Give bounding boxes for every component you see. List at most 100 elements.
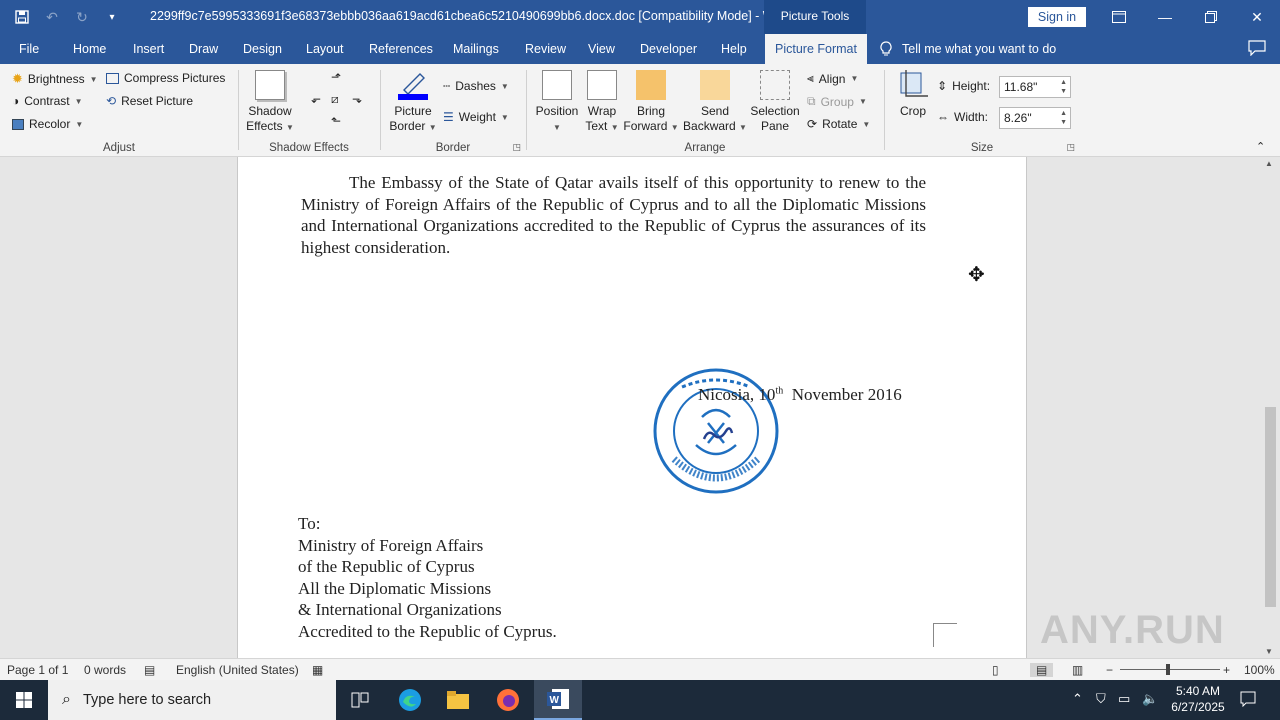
macro-recording-icon[interactable]: ▦ bbox=[312, 663, 323, 677]
tab-help[interactable]: Help bbox=[721, 42, 747, 56]
zoom-out-icon[interactable]: − bbox=[1106, 663, 1113, 677]
rotate-label: Rotate bbox=[822, 117, 858, 131]
tab-mailings[interactable]: Mailings bbox=[453, 42, 499, 56]
group-label-size: Size bbox=[970, 142, 994, 154]
tab-layout[interactable]: Layout bbox=[306, 42, 344, 56]
quick-access-toolbar: ↶ ↻ ▾ bbox=[10, 6, 124, 28]
brightness-button[interactable]: ✹ Brightness ▼ bbox=[12, 71, 98, 87]
close-icon[interactable]: ✕ bbox=[1234, 0, 1280, 34]
shadow-on-off-icon[interactable]: ⧄ bbox=[331, 92, 339, 107]
group-button[interactable]: ⧉ Group ▼ bbox=[807, 94, 867, 109]
tab-file[interactable]: File bbox=[19, 42, 39, 56]
tell-me-label: Tell me what you want to do bbox=[902, 42, 1057, 56]
width-input[interactable]: 8.26" ▲ ▼ bbox=[999, 107, 1071, 129]
group-label: Group bbox=[820, 94, 854, 109]
move-cursor-icon: ✥ bbox=[968, 264, 985, 286]
send-backward-icon bbox=[700, 70, 730, 100]
tab-design[interactable]: Design bbox=[243, 42, 282, 56]
zoom-level[interactable]: 100% bbox=[1244, 663, 1275, 677]
reset-label: Reset Picture bbox=[121, 94, 194, 108]
file-explorer-icon[interactable] bbox=[434, 680, 482, 720]
zoom-slider-track[interactable] bbox=[1120, 669, 1220, 670]
network-icon[interactable]: ▭ bbox=[1118, 691, 1130, 707]
compress-label: Compress Pictures bbox=[124, 71, 226, 85]
undo-icon[interactable]: ↶ bbox=[40, 6, 64, 28]
show-hidden-icons[interactable]: ⌃ bbox=[1072, 691, 1083, 707]
size-dialog-launcher-icon[interactable]: ◳ bbox=[1066, 142, 1075, 153]
tab-picture-format[interactable]: Picture Format bbox=[765, 34, 867, 64]
volume-icon[interactable]: 🔈 bbox=[1142, 691, 1158, 707]
tab-insert[interactable]: Insert bbox=[133, 42, 164, 56]
dashes-button[interactable]: ┄ Dashes ▼ bbox=[443, 79, 509, 93]
height-spinner-icon[interactable]: ▲ ▼ bbox=[1060, 78, 1067, 96]
width-spinner-icon[interactable]: ▲ ▼ bbox=[1060, 109, 1067, 127]
tab-developer[interactable]: Developer bbox=[640, 42, 697, 56]
vertical-scrollbar[interactable]: ▲ ▼ bbox=[1262, 157, 1280, 658]
language-indicator[interactable]: English (United States) bbox=[176, 663, 299, 677]
bring-forward-icon bbox=[636, 70, 666, 100]
customize-qat-icon[interactable]: ▾ bbox=[100, 6, 124, 28]
nudge-shadow-left-icon[interactable]: ⬐ bbox=[311, 92, 321, 106]
tab-draw[interactable]: Draw bbox=[189, 42, 218, 56]
sign-in-button[interactable]: Sign in bbox=[1028, 7, 1086, 27]
scroll-up-icon[interactable]: ▲ bbox=[1265, 159, 1273, 168]
tab-home[interactable]: Home bbox=[73, 42, 106, 56]
taskbar-search-box[interactable]: ⌕ Type here to search bbox=[48, 680, 336, 720]
svg-text:W: W bbox=[550, 695, 560, 706]
picture-border-label: Picture Border bbox=[389, 104, 432, 133]
border-dialog-launcher-icon[interactable]: ◳ bbox=[512, 142, 521, 153]
nudge-shadow-down-icon[interactable]: ⬑ bbox=[331, 114, 341, 128]
shadow-effects-button[interactable]: Shadow Effects ▼ bbox=[245, 70, 295, 135]
crop-icon bbox=[898, 70, 928, 100]
position-button[interactable]: Position ▼ bbox=[531, 70, 583, 135]
ribbon-display-options-icon[interactable] bbox=[1096, 0, 1142, 34]
bring-forward-button[interactable]: Bring Forward ▼ bbox=[621, 70, 681, 135]
nudge-shadow-right-icon[interactable]: ⬎ bbox=[352, 92, 362, 106]
comments-icon[interactable] bbox=[1248, 40, 1266, 59]
document-page[interactable]: The Embassy of the State of Qatar avails… bbox=[237, 157, 1027, 658]
contrast-button[interactable]: ◑ Contrast ▼ bbox=[12, 94, 83, 108]
security-tray-icon[interactable]: ⛉ bbox=[1096, 691, 1106, 707]
reset-picture-button[interactable]: ⟲ Reset Picture bbox=[106, 94, 193, 108]
weight-button[interactable]: ☰ Weight ▼ bbox=[443, 110, 509, 124]
minimize-icon[interactable]: — bbox=[1142, 0, 1188, 34]
read-mode-icon[interactable]: ▯ bbox=[992, 663, 999, 677]
notification-center-icon[interactable] bbox=[1240, 691, 1256, 710]
page-count[interactable]: Page 1 of 1 bbox=[7, 663, 68, 677]
group-border: Picture Border ▼ ┄ Dashes ▼ ☰ Weight ▼ Bor… bbox=[381, 64, 525, 157]
web-layout-icon[interactable]: ▥ bbox=[1072, 663, 1083, 677]
redo-icon[interactable]: ↻ bbox=[70, 6, 94, 28]
word-count[interactable]: 0 words bbox=[84, 663, 126, 677]
compress-pictures-button[interactable]: Compress Pictures bbox=[106, 71, 225, 85]
tab-references[interactable]: References bbox=[369, 42, 433, 56]
wrap-text-button[interactable]: Wrap Text ▼ bbox=[579, 70, 625, 135]
scroll-down-icon[interactable]: ▼ bbox=[1265, 647, 1273, 656]
save-icon[interactable] bbox=[10, 6, 34, 28]
zoom-in-icon[interactable]: + bbox=[1223, 663, 1230, 677]
document-title: 2299ff9c7e5995333691f3e68373ebbb036aa619… bbox=[150, 9, 793, 23]
print-layout-icon[interactable]: ▤ bbox=[1030, 663, 1054, 677]
word-taskbar-icon[interactable]: W bbox=[534, 680, 582, 720]
height-input[interactable]: 11.68" ▲ ▼ bbox=[999, 76, 1071, 98]
rotate-button[interactable]: ⟳ Rotate ▼ bbox=[807, 117, 870, 131]
task-view-icon[interactable] bbox=[336, 680, 384, 720]
firefox-icon[interactable] bbox=[484, 680, 532, 720]
collapse-ribbon-icon[interactable]: ⌃ bbox=[1256, 140, 1265, 153]
selection-pane-button[interactable]: Selection Pane bbox=[747, 70, 803, 134]
send-backward-button[interactable]: Send Backward ▼ bbox=[681, 70, 749, 135]
restore-icon[interactable] bbox=[1188, 0, 1234, 34]
zoom-slider-thumb[interactable] bbox=[1166, 664, 1170, 675]
nudge-shadow-up-icon[interactable]: ⬏ bbox=[331, 70, 341, 84]
windows-start-icon[interactable] bbox=[0, 680, 48, 720]
crop-button[interactable]: Crop bbox=[895, 70, 931, 119]
proofing-icon[interactable]: ▤ bbox=[144, 663, 155, 677]
tab-view[interactable]: View bbox=[588, 42, 615, 56]
scrollbar-thumb[interactable] bbox=[1265, 407, 1276, 607]
taskbar-clock[interactable]: 5:40 AM 6/27/2025 bbox=[1160, 683, 1236, 715]
recolor-button[interactable]: Recolor ▼ bbox=[12, 117, 83, 131]
align-button[interactable]: ⫷ Align ▼ bbox=[807, 71, 858, 86]
tell-me-search[interactable]: Tell me what you want to do bbox=[880, 41, 1056, 57]
picture-border-button[interactable]: Picture Border ▼ bbox=[387, 70, 439, 135]
edge-browser-icon[interactable] bbox=[386, 680, 434, 720]
tab-review[interactable]: Review bbox=[525, 42, 566, 56]
